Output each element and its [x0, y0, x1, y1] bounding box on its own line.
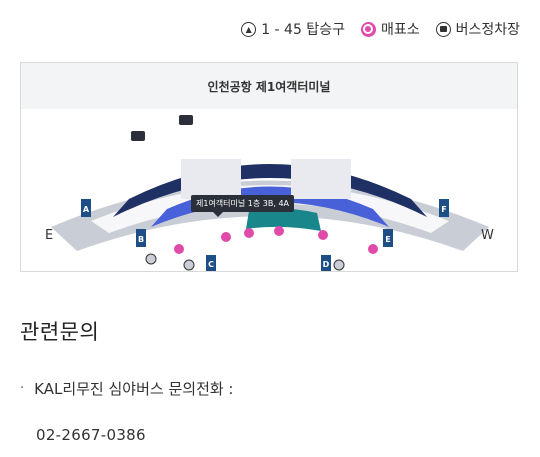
left-block — [181, 159, 241, 199]
ticket-marker — [368, 244, 378, 254]
door-b-label: B — [138, 235, 144, 244]
right-block — [291, 159, 351, 199]
legend-gate: ▲ 1 - 45 탑승구 — [241, 19, 345, 39]
map-title: 인천공항 제1여객터미널 — [21, 63, 517, 109]
ticket-marker — [174, 244, 184, 254]
door-a-label: A — [83, 205, 90, 214]
gate-icon: ▲ — [241, 21, 257, 37]
legend-ticket: 매표소 — [360, 19, 420, 39]
door-f-label: F — [441, 205, 446, 214]
terminal-map: 인천공항 제1여객터미널 A B C D E F E W 제1여객터미널 1층 … — [20, 62, 518, 272]
section-title: 관련문의 — [20, 320, 100, 344]
legend-gate-label: 1 - 45 탑승구 — [261, 22, 345, 38]
location-callout: 제1여객터미널 1층 3B, 4A — [191, 195, 295, 217]
gate-marker — [145, 253, 157, 265]
bus-stop-icon — [435, 21, 451, 37]
terminal-map-drawing: A B C D E F E W — [45, 115, 494, 271]
ticket-marker — [244, 228, 254, 238]
gate-marker — [333, 259, 345, 271]
door-c-label: C — [208, 260, 214, 269]
legend-bus-label: 버스정차장 — [455, 22, 520, 38]
compass-west: W — [481, 228, 494, 243]
bus-marker — [131, 131, 145, 141]
gate-marker — [183, 259, 195, 271]
bus-marker — [179, 115, 193, 125]
inquiry-label: KAL리무진 심야버스 문의전화 : — [34, 380, 234, 398]
legend-ticket-label: 매표소 — [380, 22, 420, 38]
compass-east: E — [45, 228, 53, 243]
door-e-label: E — [385, 235, 390, 244]
ticket-marker — [274, 226, 284, 236]
door-d-label: D — [323, 260, 330, 269]
ticket-office-icon — [360, 21, 376, 37]
inquiry-item: · KAL리무진 심야버스 문의전화 : — [20, 378, 234, 399]
bullet: · — [20, 381, 25, 396]
ticket-marker — [318, 230, 328, 240]
map-legend: ▲ 1 - 45 탑승구 매표소 버스정차장 — [241, 19, 520, 39]
ticket-marker — [221, 232, 231, 242]
map-area: A B C D E F E W 제1여객터미널 1층 3B, 4A — [21, 109, 517, 271]
legend-bus: 버스정차장 — [435, 19, 520, 39]
phone-number[interactable]: 02-2667-0386 — [36, 426, 146, 444]
